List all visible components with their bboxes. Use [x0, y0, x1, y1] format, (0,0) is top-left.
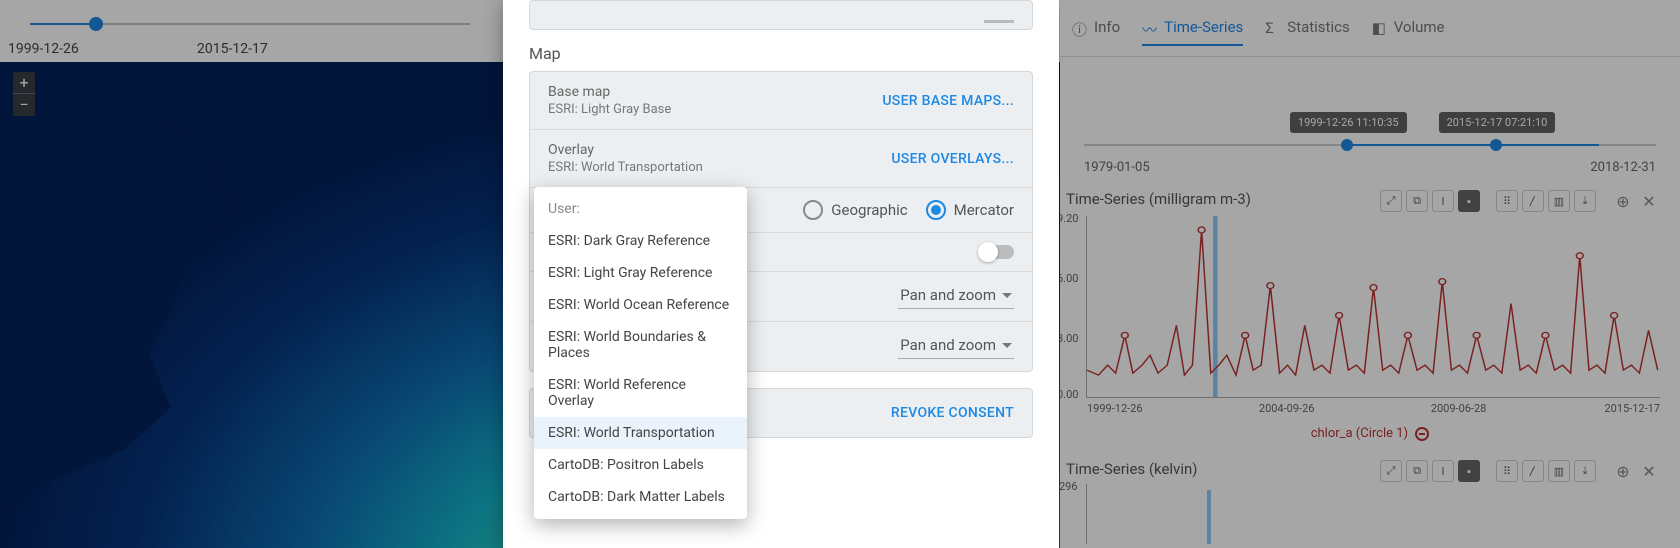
- chevron-down-icon: [1002, 293, 1012, 298]
- menu-item[interactable]: ESRI: Dark Gray Reference: [534, 225, 747, 257]
- modal-backdrop-right: [1060, 0, 1680, 548]
- menu-item[interactable]: ESRI: World Reference Overlay: [534, 369, 747, 417]
- previous-card-bottom: [529, 0, 1033, 30]
- basemap-row[interactable]: Base map ESRI: Light Gray Base USER BASE…: [530, 72, 1032, 130]
- interaction-select-2[interactable]: Pan and zoom: [898, 334, 1014, 359]
- overlay-value: ESRI: World Transportation: [548, 160, 703, 175]
- radio-mercator[interactable]: Mercator: [926, 200, 1014, 220]
- basemap-label: Base map: [548, 84, 671, 100]
- toggle-switch[interactable]: [980, 245, 1014, 259]
- menu-header: User:: [534, 193, 747, 225]
- menu-item-selected[interactable]: ESRI: World Transportation: [534, 417, 747, 449]
- section-title-map: Map: [529, 44, 1033, 63]
- interaction-select-1[interactable]: Pan and zoom: [898, 284, 1014, 309]
- menu-item[interactable]: CartoDB: Dark Matter Labels: [534, 481, 747, 513]
- chevron-down-icon: [1002, 343, 1012, 348]
- menu-item[interactable]: ESRI: World Ocean Reference: [534, 289, 747, 321]
- charts-panel: ⓘInfo 〰Time-Series ΣStatistics ◧Volume 1…: [1060, 0, 1680, 548]
- menu-item[interactable]: ESRI: Light Gray Reference: [534, 257, 747, 289]
- menu-item[interactable]: ESRI: World Boundaries & Places: [534, 321, 747, 369]
- overlay-dropdown-menu: User: ESRI: Dark Gray Reference ESRI: Li…: [534, 187, 747, 519]
- user-base-maps-link[interactable]: USER BASE MAPS...: [882, 93, 1014, 109]
- revoke-consent-link[interactable]: REVOKE CONSENT: [891, 405, 1014, 421]
- menu-item[interactable]: CartoDB: Positron Labels: [534, 449, 747, 481]
- overlay-label: Overlay: [548, 142, 703, 158]
- overlay-row[interactable]: Overlay ESRI: World Transportation USER …: [530, 130, 1032, 188]
- basemap-value: ESRI: Light Gray Base: [548, 102, 671, 117]
- user-overlays-link[interactable]: USER OVERLAYS...: [891, 151, 1014, 167]
- radio-geographic[interactable]: Geographic: [803, 200, 907, 220]
